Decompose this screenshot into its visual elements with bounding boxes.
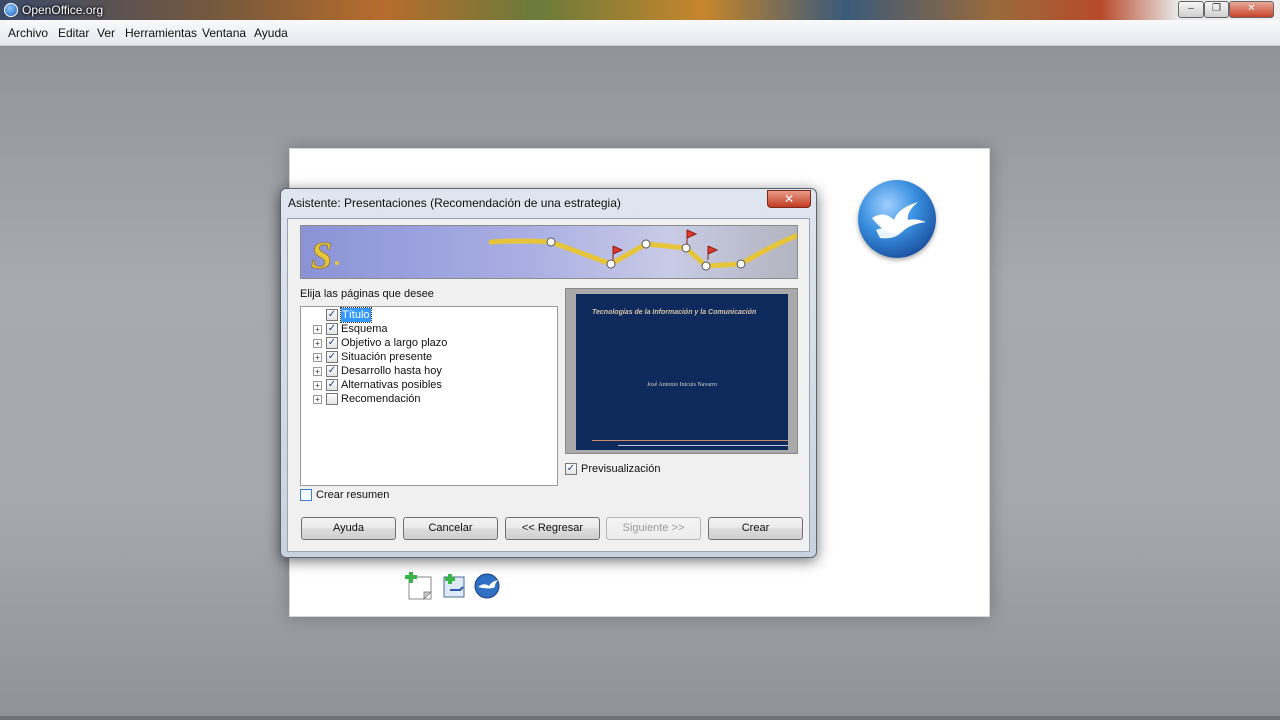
tree-item-label: Título	[340, 307, 372, 323]
menu-ayuda[interactable]: Ayuda	[254, 26, 288, 40]
menu-bar: Archivo Editar Ver Herramientas Ventana …	[0, 20, 1280, 46]
tree-item-alternativas[interactable]: + ✓ Alternativas posibles	[301, 378, 551, 392]
page-checkbox[interactable]: ✓	[326, 309, 338, 321]
menu-archivo[interactable]: Archivo	[8, 26, 48, 40]
choose-pages-label: Elija las páginas que desee	[300, 288, 434, 300]
tree-item-titulo[interactable]: ✓ Título	[301, 307, 551, 323]
minimize-button[interactable]: –	[1178, 1, 1204, 18]
start-center-toolbar-icons	[405, 571, 500, 601]
tree-item-label: Alternativas posibles	[341, 379, 442, 391]
tree-item-label: Desarrollo hasta hoy	[341, 365, 442, 377]
slide-title-text: Tecnologías de la Información y la Comun…	[592, 309, 757, 316]
summary-checkbox[interactable]	[300, 489, 312, 501]
maximize-button[interactable]: ❐	[1204, 1, 1229, 18]
tree-item-label: Situación presente	[341, 351, 433, 363]
create-button[interactable]: Crear	[708, 517, 803, 540]
presentation-wizard-dialog: Asistente: Presentaciones (Recomendación…	[280, 188, 817, 558]
help-button[interactable]: Ayuda	[301, 517, 396, 540]
page-checkbox[interactable]: ✓	[326, 337, 338, 349]
preview-slide: Tecnologías de la Información y la Comun…	[576, 294, 788, 450]
start-center-toolbar	[404, 571, 504, 602]
expand-icon[interactable]: +	[313, 339, 322, 348]
page-checkbox[interactable]: ✓	[326, 351, 338, 363]
page-tree-list[interactable]: ✓ Título + ✓ Esquema + ✓ Objetivo a larg…	[300, 306, 558, 486]
window-titlebar: OpenOffice.org – ❐ ✕	[0, 0, 1280, 20]
tree-item-objetivo[interactable]: + ✓ Objetivo a largo plazo	[301, 336, 551, 350]
tree-item-situacion[interactable]: + ✓ Situación presente	[301, 350, 551, 364]
expand-icon[interactable]: +	[313, 395, 322, 404]
page-checkbox[interactable]: ✓	[326, 323, 338, 335]
slide-decor-line	[592, 440, 788, 441]
back-button[interactable]: << Regresar	[505, 517, 600, 540]
expand-icon[interactable]: +	[313, 381, 322, 390]
slide-preview: Tecnologías de la Información y la Comun…	[565, 288, 798, 454]
summary-label: Crear resumen	[316, 489, 390, 501]
tree-item-esquema[interactable]: + ✓ Esquema	[301, 322, 551, 336]
window-title: OpenOffice.org	[22, 3, 104, 17]
menu-editar[interactable]: Editar	[58, 26, 89, 40]
tree-item-desarrollo[interactable]: + ✓ Desarrollo hasta hoy	[301, 364, 551, 378]
tree-item-recomendacion[interactable]: + Recomendación	[301, 392, 551, 406]
cancel-button[interactable]: Cancelar	[403, 517, 498, 540]
next-button[interactable]: Siguiente >>	[606, 517, 701, 540]
expand-icon[interactable]: +	[313, 367, 322, 376]
expand-icon[interactable]: +	[313, 325, 322, 334]
svg-text:S: S	[311, 235, 332, 277]
slide-author-text: José Antonio Inicuis Navarro	[646, 382, 718, 388]
dialog-body: S Elija las páginas que desee ✓ Título +…	[287, 218, 810, 552]
wizard-roadmap-graphic: S	[311, 229, 797, 277]
page-checkbox[interactable]: ✓	[326, 379, 338, 391]
page-checkbox[interactable]: ✓	[326, 365, 338, 377]
page-checkbox[interactable]	[326, 393, 338, 405]
tree-item-label: Objetivo a largo plazo	[341, 337, 448, 349]
openoffice-logo-icon	[858, 180, 936, 258]
preview-label: Previsualización	[581, 463, 661, 475]
tree-item-label: Recomendación	[341, 393, 421, 405]
slide-decor-line	[618, 445, 788, 446]
dialog-close-button[interactable]: ✕	[767, 190, 811, 208]
dialog-title: Asistente: Presentaciones (Recomendación…	[288, 196, 621, 210]
expand-icon[interactable]: +	[313, 353, 322, 362]
taskbar-edge	[0, 716, 1280, 720]
wizard-banner: S	[300, 225, 798, 279]
menu-herramientas[interactable]: Herramientas	[125, 26, 197, 40]
tree-item-label: Esquema	[341, 323, 388, 335]
openoffice-app-icon	[4, 3, 18, 17]
menu-ver[interactable]: Ver	[97, 26, 115, 40]
close-window-button[interactable]: ✕	[1229, 1, 1274, 18]
menu-ventana[interactable]: Ventana	[202, 26, 246, 40]
preview-checkbox[interactable]: ✓	[565, 463, 577, 475]
